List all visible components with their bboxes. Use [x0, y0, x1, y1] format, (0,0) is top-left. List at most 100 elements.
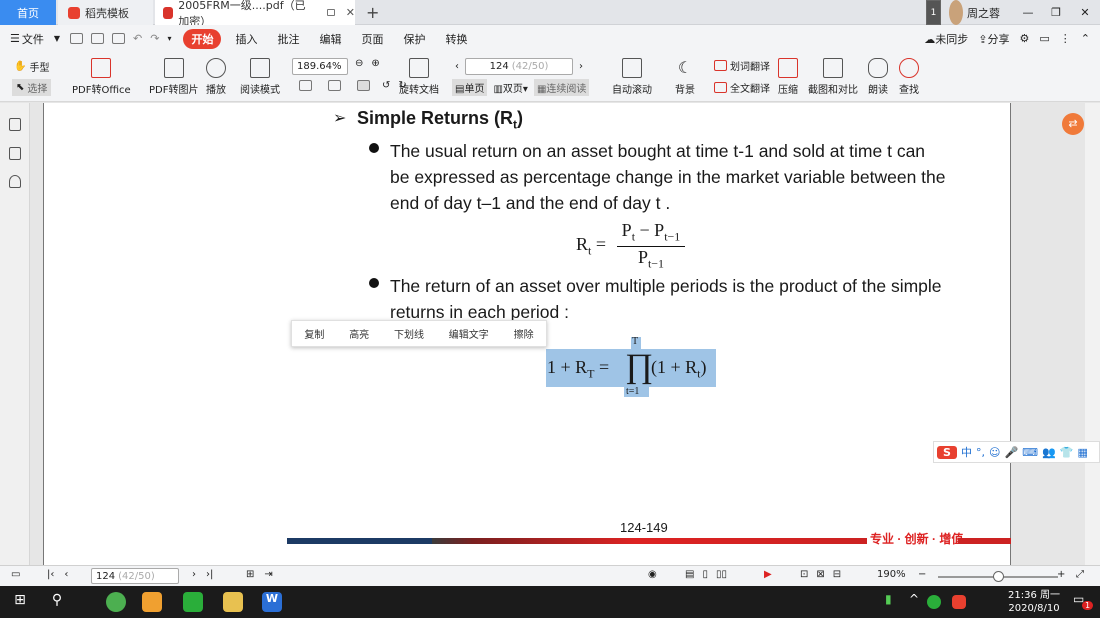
fit-width-icon[interactable]: ⊟ — [833, 569, 841, 580]
restore-icon[interactable]: ❐ — [1042, 0, 1070, 25]
select-tool[interactable]: ⬉ 选择 — [12, 79, 52, 96]
paragraph-2[interactable]: The return of an asset over multiple per… — [390, 273, 942, 325]
vertical-scrollbar[interactable] — [1085, 103, 1100, 565]
wechat-tray-icon[interactable] — [927, 595, 941, 609]
full-translate-button[interactable]: 全文翻译 — [714, 80, 770, 95]
wps-icon[interactable]: W — [262, 592, 282, 612]
read-aloud-button[interactable]: 朗读 — [868, 58, 888, 96]
app-reader-icon[interactable] — [142, 592, 162, 612]
bookmark-icon[interactable] — [9, 118, 21, 131]
file-menu[interactable]: 文件 — [22, 31, 54, 47]
pdf-to-image-button[interactable]: PDF转图片 — [149, 58, 198, 96]
pdf-to-office-button[interactable]: PDF转Office — [72, 58, 131, 96]
avatar[interactable] — [949, 0, 963, 25]
window-count-badge[interactable]: 1 — [926, 0, 941, 25]
skin-icon[interactable]: 👥 — [1042, 446, 1056, 459]
double-page-button[interactable]: ▥双页▾ — [493, 80, 527, 95]
erase-menu-item[interactable]: 擦除 — [512, 326, 536, 341]
edit-text-menu-item[interactable]: 编辑文字 — [447, 326, 491, 341]
zoom-in-icon[interactable]: ⊕ — [371, 58, 379, 69]
fullscreen-icon[interactable]: ⤢ — [1076, 569, 1084, 580]
prev-page-icon[interactable]: ‹ — [64, 569, 68, 580]
zoom-out-icon[interactable]: − — [918, 569, 926, 580]
prev-page-icon[interactable]: ‹ — [455, 61, 459, 72]
continuous-read-button[interactable]: ▦连续阅读 — [533, 79, 590, 96]
menu-annotate[interactable]: 批注 — [267, 31, 309, 47]
punctuation-icon[interactable]: °, — [976, 446, 985, 459]
actual-size-icon[interactable]: ⊡ — [800, 569, 808, 580]
voice-icon[interactable]: 🎤 — [1004, 446, 1018, 459]
add-page-icon[interactable]: ⊞ — [246, 569, 254, 580]
underline-menu-item[interactable]: 下划线 — [392, 326, 426, 341]
background-button[interactable]: ☾ 背景 — [675, 58, 695, 96]
highlight-menu-item[interactable]: 高亮 — [347, 326, 371, 341]
p2-line-1[interactable]: The return of an asset over multiple per… — [390, 273, 942, 299]
rotate-document-button[interactable]: 旋转文档 — [399, 58, 439, 96]
menu-start[interactable]: 开始 — [183, 28, 222, 49]
menu-protect[interactable]: 保护 — [393, 31, 435, 47]
close-tab-icon[interactable]: ✕ — [346, 6, 355, 19]
collapse-ribbon-icon[interactable]: ⌃ — [1081, 32, 1090, 45]
tab-daoke-templates[interactable]: 稻壳模板 — [58, 0, 153, 25]
thumbnail-icon[interactable] — [9, 147, 21, 160]
open-icon[interactable] — [70, 33, 84, 44]
keyboard-icon[interactable]: ⌨ — [1022, 446, 1038, 459]
save-icon[interactable] — [91, 33, 105, 44]
fit-width-icon[interactable] — [357, 80, 370, 91]
share-button[interactable]: ⇪分享 — [978, 31, 1009, 47]
more-icon[interactable]: ⋮ — [1060, 32, 1071, 45]
page-number-input[interactable]: 124 (42/50) — [465, 58, 573, 75]
screenshot-compare-button[interactable]: 截图和对比 — [808, 58, 858, 96]
zoom-input[interactable]: 189.64% — [292, 58, 348, 75]
undo-icon[interactable]: ↶ — [133, 32, 142, 45]
pin-icon[interactable] — [326, 9, 335, 16]
word-translate-button[interactable]: 划词翻译 — [714, 58, 770, 73]
close-window-icon[interactable]: ✕ — [1070, 0, 1100, 25]
sogou-logo-icon[interactable]: S — [937, 445, 957, 459]
tab-home[interactable]: 首页 — [0, 0, 56, 25]
compress-button[interactable]: 压缩 — [778, 58, 798, 96]
settings-icon[interactable]: ⚙ — [1020, 32, 1030, 45]
zoom-select[interactable]: 189.64% — [292, 58, 348, 75]
zoom-in-icon[interactable]: + — [1057, 569, 1065, 580]
hamburger-icon[interactable]: ☰ — [0, 32, 22, 45]
paragraph-1[interactable]: The usual return on an asset bought at t… — [390, 138, 946, 216]
p1-line-1[interactable]: The usual return on an asset bought at t… — [390, 138, 946, 164]
next-page-icon[interactable]: › — [192, 569, 196, 580]
status-page-input[interactable]: 124 (42/50) — [91, 568, 179, 584]
wechat-icon[interactable] — [183, 592, 203, 612]
redo-icon[interactable]: ↷ — [150, 32, 159, 45]
menu-edit[interactable]: 编辑 — [309, 31, 351, 47]
zoom-out-icon[interactable]: ⊖ — [355, 58, 363, 69]
floating-tool-icon[interactable]: ⇄ — [1062, 113, 1084, 135]
auto-scroll-button[interactable]: 自动滚动 — [612, 58, 652, 96]
formula-return[interactable]: Rt = — [576, 234, 606, 259]
grid-icon[interactable]: ▦ — [1077, 446, 1087, 459]
fit-page-icon[interactable]: ⊠ — [816, 569, 824, 580]
cloud-sync-icon[interactable]: ☁未同步 — [924, 31, 968, 47]
app-360-icon[interactable] — [106, 592, 126, 612]
zoom-level[interactable]: 190% — [877, 569, 906, 580]
read-mode-button[interactable]: 阅读模式 — [240, 58, 280, 96]
new-tab-button[interactable]: + — [366, 3, 379, 22]
single-page-button[interactable]: ▤单页 — [452, 79, 488, 96]
menu-convert[interactable]: 转换 — [435, 31, 477, 47]
formula-product-term[interactable]: (1 + Rt) — [651, 357, 707, 382]
fit-page-icon[interactable] — [328, 80, 341, 91]
windows-start-icon[interactable]: ⊞ — [10, 592, 30, 612]
rotate-left-icon[interactable]: ↺ — [382, 80, 390, 91]
next-page-icon[interactable]: › — [579, 61, 583, 72]
emoji-icon[interactable]: ☺ — [989, 446, 1000, 459]
last-page-icon[interactable]: ›| — [206, 569, 213, 580]
annotation-icon[interactable] — [9, 175, 21, 188]
clock[interactable]: 21:36 周一 2020/8/10 — [1008, 589, 1060, 615]
chevron-down-icon[interactable]: ▼ — [54, 34, 60, 43]
tab-pdf-document[interactable]: 2005FRM一级....pdf（已加密） ✕ — [155, 0, 355, 28]
play-button[interactable]: 播放 — [206, 58, 226, 96]
comment-icon[interactable]: ▭ — [1039, 32, 1049, 45]
print-icon[interactable] — [112, 33, 126, 44]
sogou-tray-icon[interactable] — [952, 595, 966, 609]
battery-icon[interactable]: ▮ — [885, 592, 905, 612]
first-page-icon[interactable]: |‹ — [47, 569, 54, 580]
play-slideshow-icon[interactable]: ▶ — [764, 569, 772, 580]
